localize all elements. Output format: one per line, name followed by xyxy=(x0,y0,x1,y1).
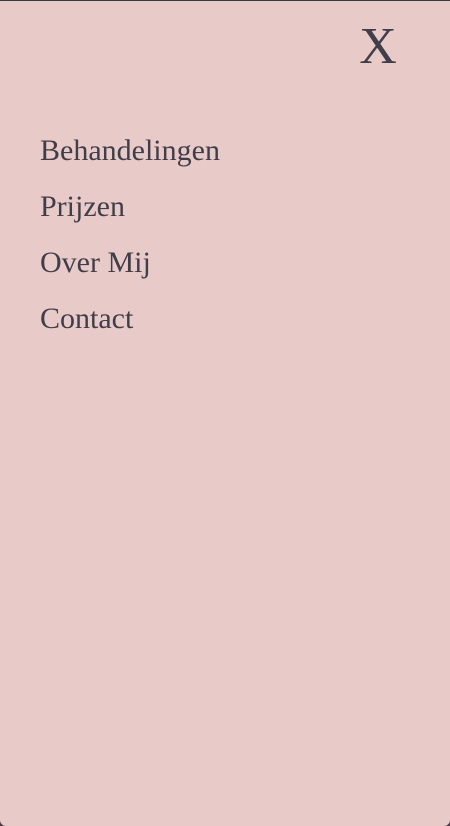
nav-list-item: Over Mij xyxy=(40,241,220,297)
nav-item-contact[interactable]: Contact xyxy=(40,297,220,353)
nav-item-over-mij[interactable]: Over Mij xyxy=(40,241,220,297)
nav-list-item: Behandelingen xyxy=(40,129,220,185)
close-menu-button[interactable]: X xyxy=(358,19,398,75)
nav-item-behandelingen[interactable]: Behandelingen xyxy=(40,129,220,185)
nav-list-item: Prijzen xyxy=(40,185,220,241)
nav-list-item: Contact xyxy=(40,297,220,353)
nav-item-prijzen[interactable]: Prijzen xyxy=(40,185,220,241)
nav-list: Behandelingen Prijzen Over Mij Contact xyxy=(40,129,220,353)
mobile-menu-panel: X Behandelingen Prijzen Over Mij Contact xyxy=(0,0,450,826)
